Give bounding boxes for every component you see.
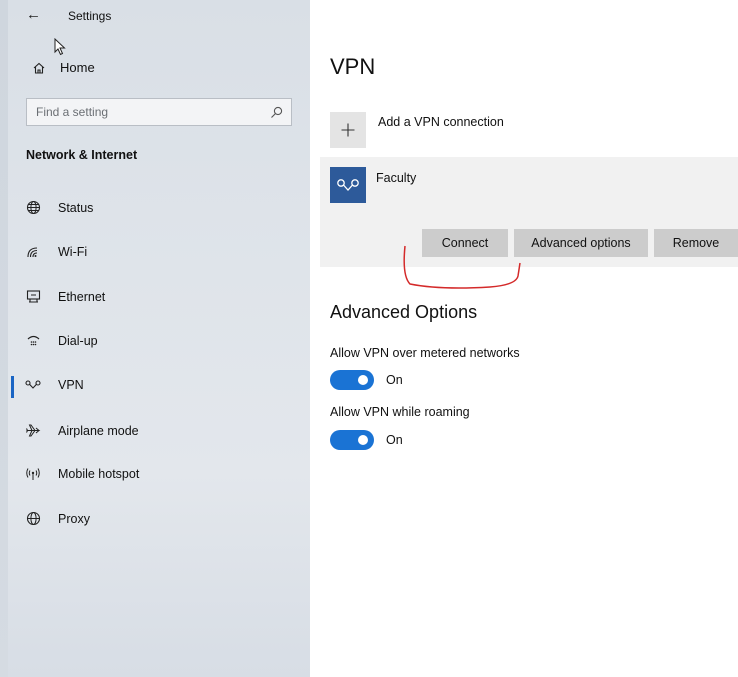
- search-icon[interactable]: [270, 106, 283, 119]
- roaming-toggle-state: On: [386, 433, 403, 447]
- sidebar-item-airplane-mode[interactable]: Airplane mode: [24, 423, 139, 438]
- sidebar-item-label: VPN: [58, 378, 84, 392]
- globe-proxy-icon: [24, 511, 42, 526]
- vpn-icon: [24, 379, 42, 391]
- section-title: Network & Internet: [26, 148, 138, 162]
- remove-button[interactable]: Remove: [654, 229, 738, 257]
- metered-option-label: Allow VPN over metered networks: [330, 346, 520, 360]
- dialup-icon: [24, 333, 42, 348]
- mouse-cursor-icon: [54, 38, 66, 56]
- advanced-options-heading: Advanced Options: [330, 302, 478, 322]
- vpn-connection-name: Faculty: [376, 171, 417, 185]
- back-arrow-icon[interactable]: ←: [26, 6, 41, 23]
- sidebar-item-label: Wi-Fi: [58, 244, 88, 259]
- wifi-icon: [24, 244, 42, 259]
- selected-indicator: [11, 376, 14, 398]
- add-vpn-label: Add a VPN connection: [378, 115, 504, 129]
- sidebar-item-proxy[interactable]: Proxy: [24, 511, 90, 526]
- sidebar-item-label: Status: [58, 200, 94, 215]
- app-title: Settings: [68, 9, 112, 23]
- roaming-option-label: Allow VPN while roaming: [330, 405, 470, 419]
- sidebar-item-label: Airplane mode: [58, 423, 139, 438]
- hotspot-icon: [24, 467, 42, 481]
- ethernet-icon: [24, 289, 42, 304]
- sidebar-item-label: Proxy: [58, 511, 90, 526]
- toggle-knob: [358, 435, 368, 445]
- sidebar-item-mobile-hotspot[interactable]: Mobile hotspot: [24, 467, 139, 481]
- globe-status-icon: [24, 200, 42, 215]
- plus-icon: [330, 112, 366, 148]
- red-annotation-mark: [403, 245, 521, 289]
- search-box[interactable]: [26, 98, 292, 126]
- add-vpn-connection-button[interactable]: Add a VPN connection: [330, 112, 504, 148]
- main-panel: VPN Add a VPN connection Faculty Connect…: [310, 0, 738, 677]
- toggle-knob: [358, 375, 368, 385]
- home-label: Home: [60, 60, 95, 75]
- advanced-options-button[interactable]: Advanced options: [514, 229, 648, 257]
- vpn-connection-icon: [330, 167, 366, 203]
- sidebar: ← Settings Home Network & Internet Statu…: [0, 0, 310, 677]
- home-icon: [33, 62, 45, 74]
- search-input[interactable]: [36, 105, 256, 119]
- metered-networks-toggle[interactable]: [330, 370, 374, 390]
- airplane-icon: [24, 423, 42, 438]
- roaming-toggle[interactable]: [330, 430, 374, 450]
- sidebar-item-status[interactable]: Status: [24, 200, 93, 215]
- metered-toggle-state: On: [386, 373, 403, 387]
- sidebar-item-vpn[interactable]: VPN: [24, 378, 84, 392]
- page-title: VPN: [330, 54, 376, 79]
- sidebar-item-ethernet[interactable]: Ethernet: [24, 289, 105, 304]
- sidebar-item-label: Dial-up: [58, 333, 98, 348]
- sidebar-item-label: Ethernet: [58, 289, 106, 304]
- sidebar-item-label: Mobile hotspot: [58, 467, 140, 481]
- sidebar-item-dialup[interactable]: Dial-up: [24, 333, 98, 348]
- home-link[interactable]: Home: [32, 60, 95, 75]
- sidebar-item-wifi[interactable]: Wi-Fi: [24, 244, 87, 259]
